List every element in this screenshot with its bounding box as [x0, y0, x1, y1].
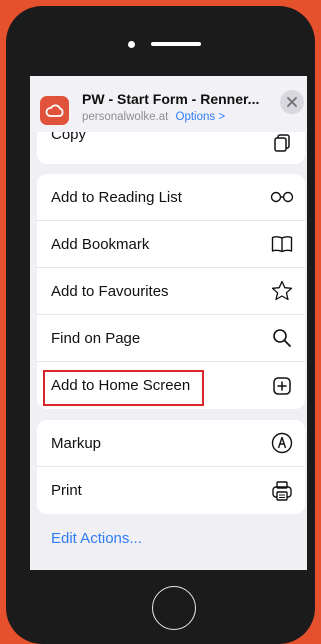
page-domain: personalwolke.at [82, 111, 169, 123]
share-sheet: PW - Start Form - Renner... personalwolk… [30, 76, 307, 570]
plus-square-icon [269, 373, 295, 399]
row-find-on-page[interactable]: Find on Page [37, 315, 305, 362]
actions-group-2: Markup Print [37, 420, 305, 514]
highlight-box [43, 370, 204, 406]
close-button[interactable] [280, 90, 304, 114]
row-add-to-favourites[interactable]: Add to Favourites [37, 268, 305, 315]
book-icon [269, 231, 295, 257]
row-label: Find on Page [51, 329, 141, 347]
page-subtitle: personalwolke.at Options > [82, 111, 225, 123]
markup-pen-icon [269, 430, 295, 456]
edit-actions-link[interactable]: Edit Actions... [51, 530, 142, 547]
reading-glasses-icon [269, 184, 295, 210]
home-button[interactable] [152, 586, 196, 630]
row-markup[interactable]: Markup [37, 420, 305, 467]
row-label: Add to Reading List [51, 188, 182, 206]
row-label: Add Bookmark [51, 235, 150, 253]
options-link[interactable]: Options > [176, 111, 226, 123]
printer-icon [269, 478, 295, 504]
camera-dot [128, 41, 135, 48]
options-label: Options [175, 111, 216, 123]
row-label: Markup [51, 434, 102, 452]
row-add-to-reading-list[interactable]: Add to Reading List [37, 174, 305, 221]
chevron-right-icon: > [218, 111, 226, 123]
row-print[interactable]: Print [37, 467, 305, 514]
page-title: PW - Start Form - Renner... [82, 91, 260, 107]
row-label: Add to Favourites [51, 282, 169, 300]
copy-icon [269, 132, 295, 156]
speaker-grille [151, 42, 201, 46]
row-label: Print [51, 482, 82, 499]
search-icon [269, 325, 295, 351]
cloud-icon [40, 96, 69, 125]
copy-row-partial[interactable]: Copy [37, 132, 305, 164]
close-icon [287, 97, 297, 107]
share-header: PW - Start Form - Renner... personalwolk… [30, 76, 307, 132]
star-icon [269, 278, 295, 304]
copy-label: Copy [51, 132, 87, 143]
row-add-bookmark[interactable]: Add Bookmark [37, 221, 305, 268]
